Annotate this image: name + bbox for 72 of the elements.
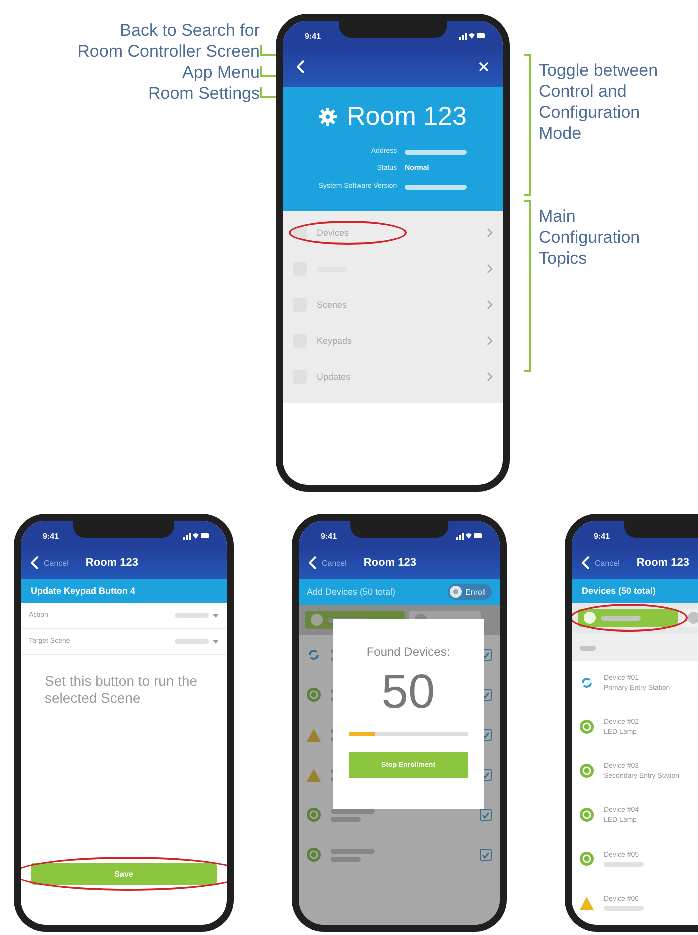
sync-icon bbox=[580, 676, 594, 690]
status-ok-icon bbox=[307, 688, 321, 702]
section-header: Devices (50 total) bbox=[572, 579, 698, 603]
blurred-text bbox=[405, 150, 468, 155]
checkbox[interactable] bbox=[480, 849, 492, 861]
status-ok-icon bbox=[307, 808, 321, 822]
close-icon[interactable] bbox=[479, 62, 489, 72]
screen-title: Room 123 bbox=[86, 557, 138, 569]
caret-icon bbox=[213, 614, 219, 618]
status-time: 9:41 bbox=[594, 532, 610, 540]
status-icons bbox=[456, 532, 482, 540]
warning-icon bbox=[580, 896, 594, 910]
cancel-link[interactable]: Cancel bbox=[44, 558, 69, 568]
blurred-text bbox=[331, 816, 361, 822]
status-time: 9:41 bbox=[321, 532, 338, 540]
blurred-text bbox=[580, 646, 596, 651]
topic-item[interactable]: Devices bbox=[283, 215, 503, 251]
blurred-text bbox=[604, 906, 644, 910]
enroll-button[interactable]: Enroll bbox=[448, 584, 492, 600]
topic-item[interactable]: Keypads bbox=[283, 323, 503, 359]
status-ok-icon bbox=[580, 720, 594, 734]
chevron-icon bbox=[487, 264, 493, 274]
blurred-text bbox=[331, 856, 361, 862]
section-header: Update Keypad Button 4 bbox=[21, 579, 227, 603]
status-time: 9:41 bbox=[43, 532, 60, 540]
back-icon[interactable] bbox=[297, 60, 305, 74]
warning-icon bbox=[307, 768, 321, 782]
room-title: Room 123 bbox=[347, 101, 467, 132]
back-icon[interactable] bbox=[582, 556, 590, 570]
status-ok-icon bbox=[580, 808, 594, 822]
status-ok-icon bbox=[580, 852, 594, 866]
status-ok-icon bbox=[580, 764, 594, 778]
blurred-text bbox=[175, 639, 209, 644]
chevron-icon bbox=[487, 372, 493, 382]
back-icon[interactable] bbox=[309, 556, 317, 570]
scene-message: Set this button to run the selected Scene bbox=[44, 672, 199, 707]
callout-label: Room Settings bbox=[148, 83, 260, 104]
status-icons bbox=[183, 532, 209, 540]
enroll-icon bbox=[450, 586, 462, 598]
save-button[interactable]: Save bbox=[31, 863, 217, 885]
warning-icon bbox=[307, 728, 321, 742]
chevron-icon bbox=[487, 336, 493, 346]
callout-label: Main Configuration Topics bbox=[539, 206, 640, 270]
callout-label: Toggle between Control and Configuration Mode bbox=[539, 60, 658, 145]
sync-icon bbox=[307, 648, 321, 662]
caret-icon bbox=[213, 640, 219, 644]
cancel-link[interactable]: Cancel bbox=[322, 558, 347, 568]
mode-toggle[interactable] bbox=[578, 609, 678, 627]
status-time: 9:41 bbox=[305, 32, 322, 40]
device-count: 50 bbox=[382, 665, 436, 720]
screen-title: Room 123 bbox=[636, 557, 690, 569]
screen-title: Room 123 bbox=[364, 557, 416, 569]
chevron-icon bbox=[487, 300, 493, 310]
cancel-link[interactable]: Cancel bbox=[595, 558, 620, 568]
blurred-text bbox=[604, 862, 644, 866]
status-ok-icon bbox=[307, 848, 321, 862]
chevron-icon bbox=[487, 228, 493, 238]
section-title: Add Devices (50 total) bbox=[307, 587, 396, 597]
blurred-text bbox=[601, 616, 641, 620]
blurred-text bbox=[331, 808, 375, 814]
dialog-heading: Found Devices: bbox=[366, 645, 450, 659]
blurred-text bbox=[175, 613, 209, 618]
callout-label: Back to Search for Room Controller Screen bbox=[78, 20, 260, 62]
back-icon[interactable] bbox=[31, 556, 39, 570]
checkbox[interactable] bbox=[480, 809, 492, 821]
topic-item[interactable]: Updates bbox=[283, 359, 503, 395]
blurred-text bbox=[331, 848, 375, 854]
blurred-text bbox=[405, 185, 468, 190]
status-icons bbox=[459, 32, 485, 40]
topic-item[interactable]: Scenes bbox=[283, 287, 503, 323]
callout-label: App Menu bbox=[182, 62, 260, 83]
gear-icon[interactable] bbox=[319, 108, 338, 126]
